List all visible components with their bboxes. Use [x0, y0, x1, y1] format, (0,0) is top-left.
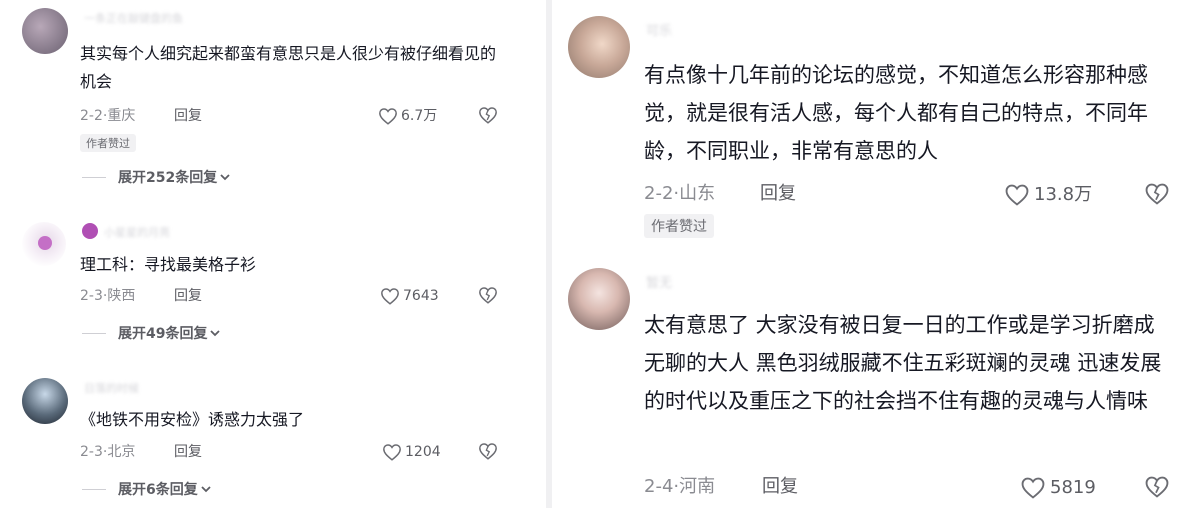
comment-date: 2-2 [80, 108, 103, 124]
dislike-button[interactable] [478, 286, 498, 308]
username[interactable]: 小星星的月亮 [104, 224, 170, 240]
heart-outline-icon [1005, 184, 1029, 206]
comment-meta: 2-4·河南 [644, 476, 715, 498]
expand-label: 展开6条回复 [118, 482, 198, 498]
comment-meta: 2-2·山东 [644, 183, 715, 205]
dislike-button[interactable] [1144, 182, 1170, 209]
comment-meta: 2-2·重庆 [80, 107, 135, 125]
like-button[interactable]: 6.7万 [378, 107, 437, 125]
username[interactable]: 可乐 [646, 20, 672, 39]
reply-button[interactable]: 回复 [174, 287, 202, 305]
chevron-down-icon [220, 174, 230, 181]
broken-heart-icon [1145, 183, 1169, 205]
right-comment-panel: 可乐 有点像十几年前的论坛的感觉，不知道怎么形容那种感觉，就是很有活人感，每个人… [552, 0, 1200, 508]
expand-label: 展开49条回复 [118, 326, 208, 342]
comment-text: 理工科：寻找最美格子衫 [80, 255, 257, 274]
comments-screenshot: 一条正在敲键盘的鱼 其实每个人细究起来都蛮有意思只是人很少有被仔细看见的机会 2… [0, 0, 1200, 508]
dislike-button[interactable] [1144, 475, 1170, 502]
author-liked-badge: 作者赞过 [80, 134, 136, 152]
comment-date: 2-3 [80, 288, 103, 304]
chevron-down-icon [201, 486, 211, 493]
author-liked-badge: 作者赞过 [644, 214, 714, 238]
comment-text: 其实每个人细究起来都蛮有意思只是人很少有被仔细看见的机会 [80, 44, 497, 91]
username[interactable]: 日落的时候 [84, 380, 139, 396]
comment-location: 重庆 [107, 108, 136, 124]
like-button[interactable]: 7643 [380, 287, 439, 305]
dislike-button[interactable] [478, 106, 498, 128]
comment-date: 2-2 [644, 183, 674, 204]
like-button[interactable]: 1204 [382, 443, 441, 461]
left-comment-panel: 一条正在敲键盘的鱼 其实每个人细究起来都蛮有意思只是人很少有被仔细看见的机会 2… [0, 0, 546, 508]
expand-divider [82, 332, 106, 334]
comment-date: 2-3 [80, 444, 103, 460]
avatar[interactable] [22, 8, 68, 54]
reply-button[interactable]: 回复 [174, 443, 202, 461]
chevron-down-icon [210, 330, 221, 337]
username[interactable]: 暂无 [646, 272, 672, 291]
heart-outline-icon [379, 108, 397, 125]
expand-replies-button[interactable]: 展开6条回复 [82, 479, 212, 499]
comment-location: 北京 [107, 444, 136, 460]
comment-meta: 2-3·北京 [80, 443, 135, 461]
comment-location: 陕西 [107, 288, 136, 304]
avatar[interactable] [568, 16, 630, 78]
heart-outline-icon [1021, 477, 1045, 499]
like-button[interactable]: 13.8万 [1004, 183, 1092, 206]
reply-button[interactable]: 回复 [760, 183, 796, 205]
dislike-button[interactable] [478, 442, 498, 464]
reply-button[interactable]: 回复 [762, 476, 798, 498]
heart-outline-icon [383, 444, 401, 461]
reply-button[interactable]: 回复 [174, 107, 202, 125]
avatar[interactable] [22, 378, 68, 424]
broken-heart-icon [479, 287, 497, 304]
comment-meta: 2-3·陕西 [80, 287, 135, 305]
expand-replies-button[interactable]: 展开252条回复 [82, 167, 231, 187]
expand-divider [82, 176, 106, 178]
expand-divider [82, 488, 106, 490]
broken-heart-icon [479, 443, 497, 460]
expand-replies-button[interactable]: 展开49条回复 [82, 323, 221, 343]
like-count: 6.7万 [401, 108, 438, 124]
comment-text: 《地铁不用安检》诱惑力太强了 [80, 410, 305, 429]
expand-label: 展开252条回复 [118, 170, 218, 186]
broken-heart-icon [1145, 476, 1169, 498]
heart-outline-icon [381, 288, 399, 305]
comment-location: 河南 [679, 476, 716, 497]
like-button[interactable]: 5819 [1020, 476, 1096, 499]
like-count: 5819 [1050, 476, 1096, 498]
username[interactable]: 一条正在敲键盘的鱼 [84, 10, 183, 26]
broken-heart-icon [479, 107, 497, 124]
comment-date: 2-4 [644, 476, 674, 497]
like-count: 7643 [403, 288, 439, 304]
avatar-accent [38, 236, 52, 250]
username-avatar-dot [82, 223, 98, 239]
like-count: 1204 [405, 444, 441, 460]
comment-text: 太有意思了 大家没有被日复一日的工作或是学习折磨成无聊的大人 黑色羽绒服藏不住五… [644, 313, 1162, 413]
comment-location: 山东 [679, 183, 716, 204]
comment-text: 有点像十几年前的论坛的感觉，不知道怎么形容那种感觉，就是很有活人感，每个人都有自… [644, 63, 1148, 163]
like-count: 13.8万 [1034, 183, 1093, 205]
avatar[interactable] [568, 268, 630, 330]
